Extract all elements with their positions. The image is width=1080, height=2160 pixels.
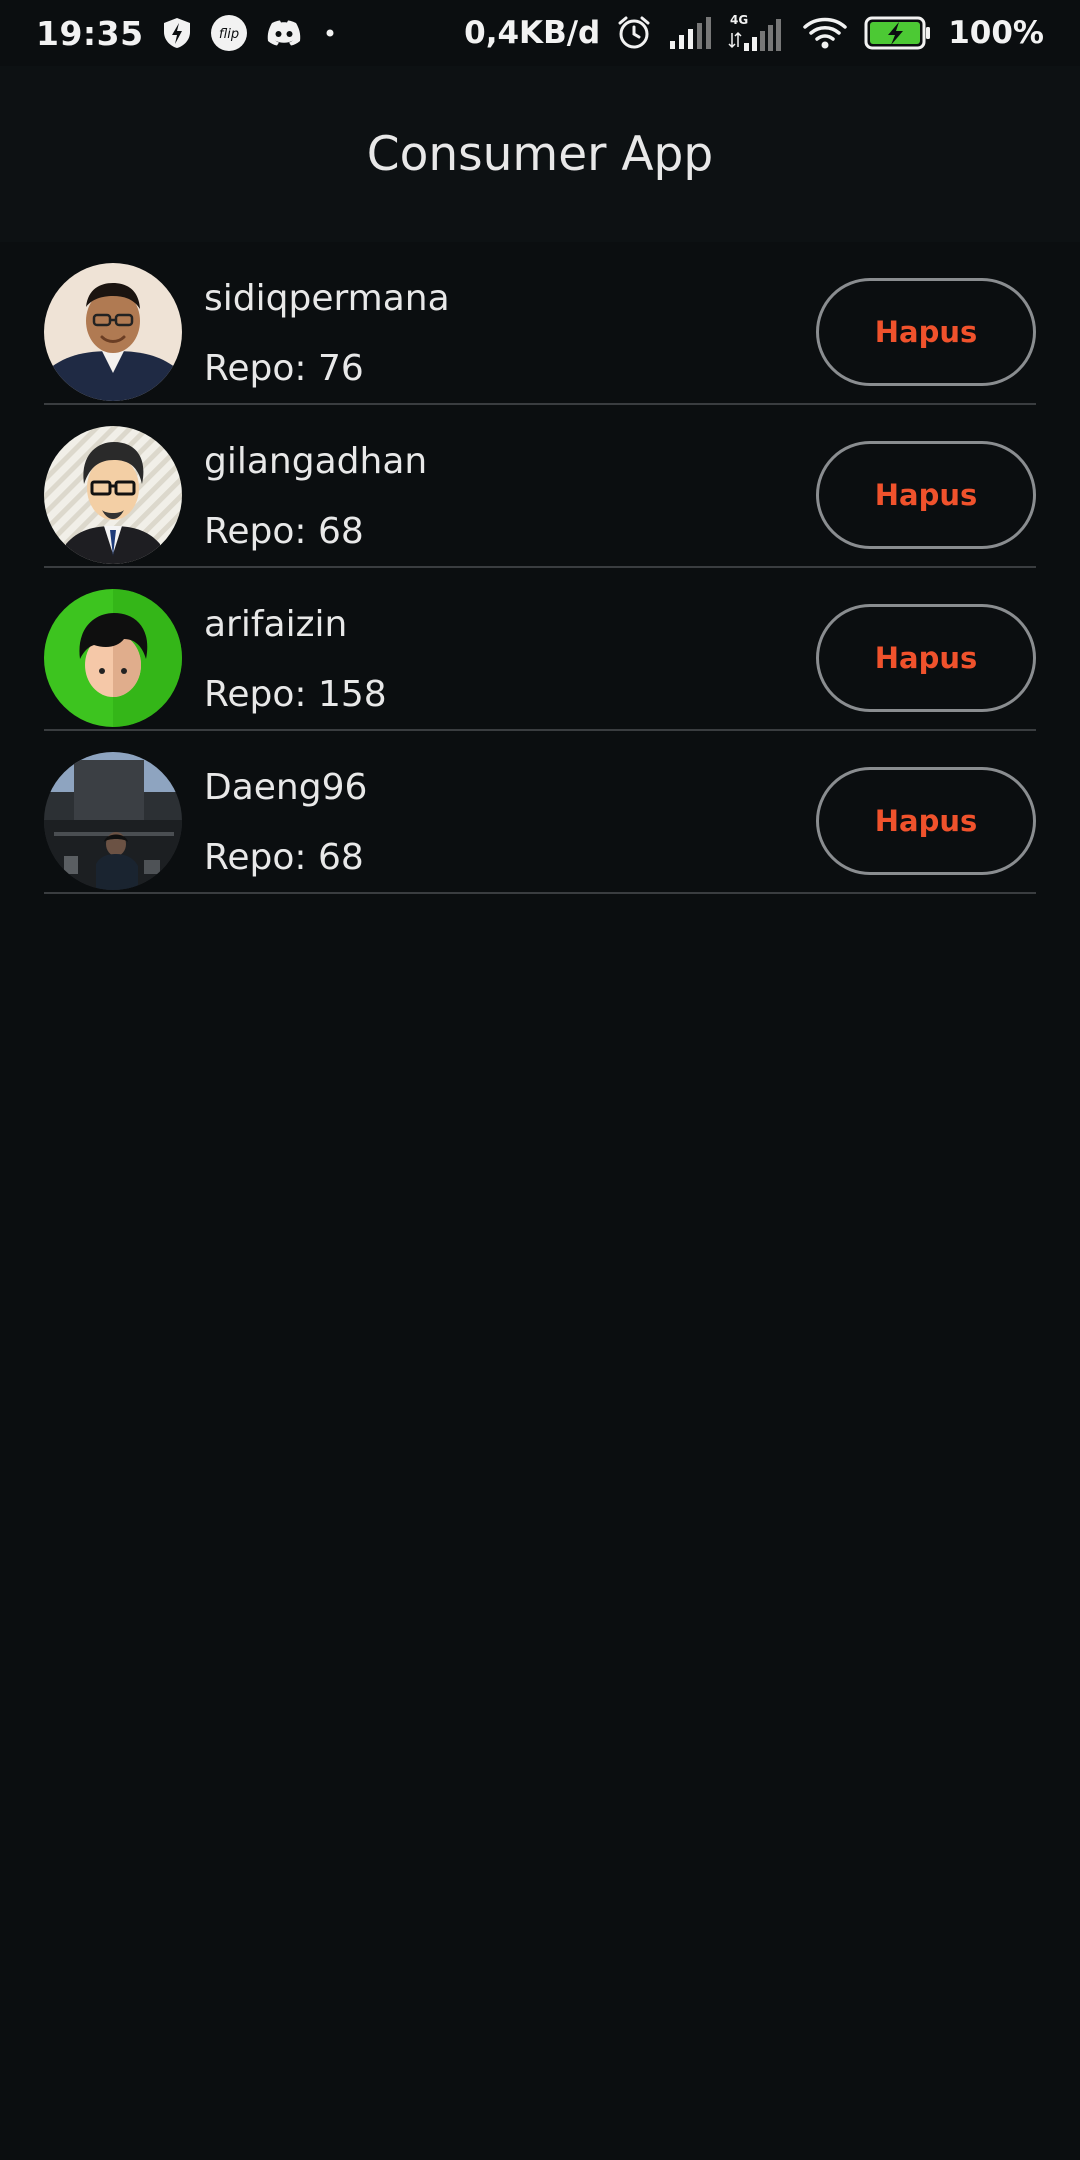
svg-text:4G: 4G xyxy=(730,13,748,27)
shield-bolt-icon xyxy=(162,17,192,49)
list-item[interactable]: gilangadhan Repo: 68 Hapus xyxy=(44,405,1036,568)
list-item[interactable]: Daeng96 Repo: 68 Hapus xyxy=(44,731,1036,894)
username: Daeng96 xyxy=(204,767,368,808)
repo-count: Repo: 76 xyxy=(204,348,364,389)
discord-icon xyxy=(266,19,302,47)
avatar xyxy=(44,589,182,727)
svg-text:flip: flip xyxy=(218,27,238,42)
delete-button[interactable]: Hapus xyxy=(816,604,1036,712)
repo-count: Repo: 158 xyxy=(204,674,387,715)
list-item[interactable]: arifaizin Repo: 158 Hapus xyxy=(44,568,1036,731)
signal-icon xyxy=(668,17,712,49)
username: arifaizin xyxy=(204,604,348,645)
app-bar: Consumer App xyxy=(0,66,1080,242)
alarm-icon xyxy=(616,15,652,51)
avatar xyxy=(44,426,182,564)
repo-count: Repo: 68 xyxy=(204,511,364,552)
app-title: Consumer App xyxy=(366,126,714,182)
dot-icon xyxy=(320,23,340,43)
signal-4g-icon: 4G xyxy=(728,13,786,53)
avatar xyxy=(44,263,182,401)
user-list: sidiqpermana Repo: 76 Hapus gilangadhan … xyxy=(0,242,1080,894)
repo-count: Repo: 68 xyxy=(204,837,364,878)
username: gilangadhan xyxy=(204,441,428,482)
battery-percentage: 100% xyxy=(948,15,1044,51)
status-bar: 19:35 flip 0,4KB/d 4G 100% xyxy=(0,0,1080,66)
flip-icon: flip xyxy=(210,14,248,52)
status-clock: 19:35 xyxy=(36,13,144,53)
network-speed: 0,4KB/d xyxy=(464,15,601,51)
avatar xyxy=(44,752,182,890)
wifi-icon xyxy=(802,16,848,50)
username: sidiqpermana xyxy=(204,278,450,319)
delete-button[interactable]: Hapus xyxy=(816,441,1036,549)
list-item[interactable]: sidiqpermana Repo: 76 Hapus xyxy=(44,242,1036,405)
delete-button[interactable]: Hapus xyxy=(816,767,1036,875)
battery-charging-icon xyxy=(864,16,932,50)
delete-button[interactable]: Hapus xyxy=(816,278,1036,386)
